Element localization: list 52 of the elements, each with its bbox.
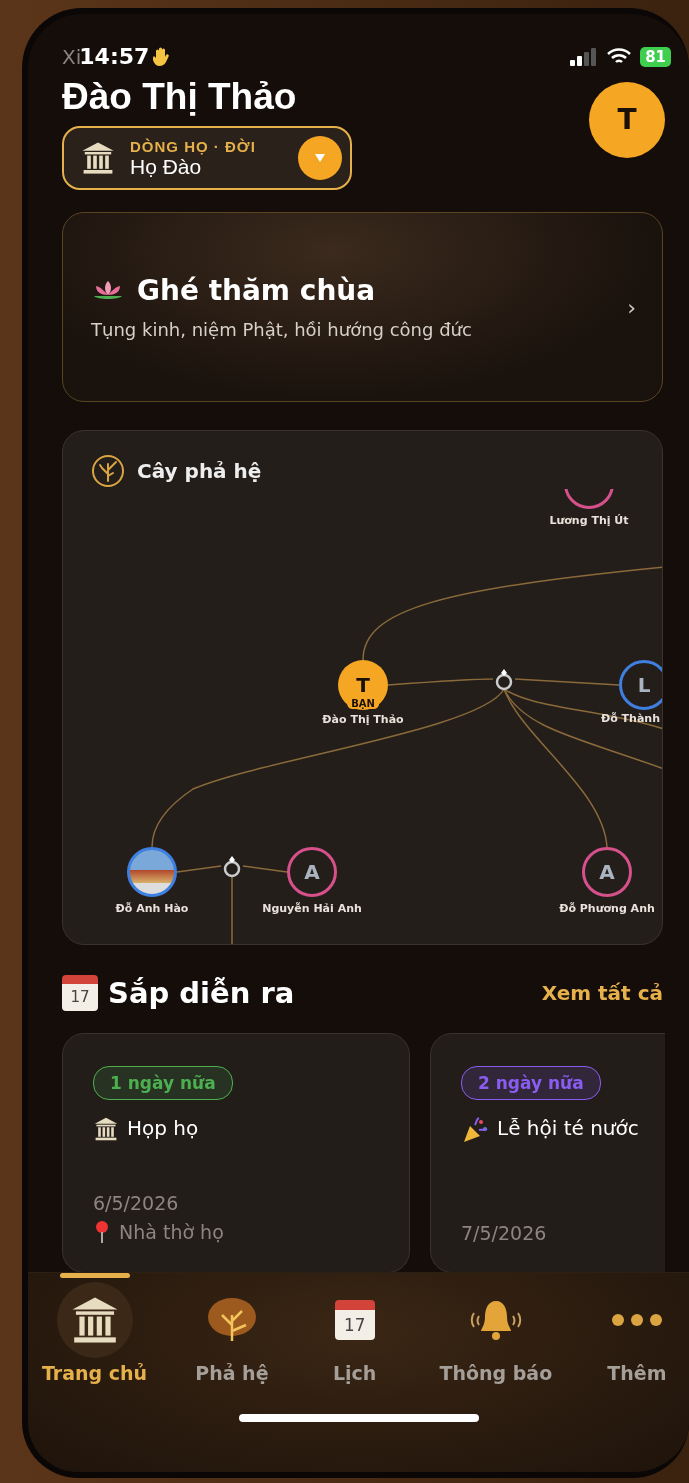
event-location: Nhà thờ họ (119, 1220, 224, 1243)
profile-avatar[interactable]: T (589, 81, 665, 158)
dropdown-icon (298, 136, 342, 181)
ring-icon (221, 854, 243, 879)
event-card[interactable]: 2 ngày nữa Lễ hội té nước 7/5/2026 (430, 1032, 665, 1273)
section-title: Sắp diễn ra (108, 975, 296, 1010)
see-all-link[interactable]: Xem tất cả (541, 980, 663, 1005)
nav-tab[interactable]: Trang chủ (42, 1273, 148, 1385)
clock-time: 14:57 (79, 44, 150, 70)
you-badge: BẠN (347, 698, 379, 710)
person-name: Đào Thị Thảo (322, 713, 404, 727)
banner-title: Ghé thăm chùa (137, 274, 376, 308)
banner-subtitle: Tụng kinh, niệm Phật, hồi hướng công đức (91, 319, 473, 341)
event-title: Lễ hội té nước (497, 1115, 639, 1140)
lineage-selector[interactable]: DÒNG HỌ · ĐỜI Họ Đào (62, 126, 352, 191)
nav-tab[interactable]: Thông báo (439, 1273, 553, 1385)
person-avatar: A (582, 847, 632, 898)
person-name: Đỗ Phương Anh (559, 902, 655, 916)
calendar-icon: 17 (334, 1300, 375, 1341)
signal-icon (570, 47, 597, 66)
event-card[interactable]: 1 ngày nữa Họp họ 6/5/2026 Nhà thờ họ (62, 1032, 410, 1273)
carrier-text: Xi (62, 44, 82, 69)
event-date: 7/5/2026 (461, 1221, 548, 1244)
ring-icon (493, 667, 515, 692)
days-left-badge: 2 ngày nữa (461, 1065, 601, 1100)
pin-icon (93, 1219, 111, 1244)
person-name: Nguyễn Hải Anh (262, 902, 362, 916)
nav-tab[interactable]: Phả hệ (193, 1273, 270, 1385)
person-name: Lương Thị Út (549, 514, 629, 528)
party-popper-icon (461, 1115, 489, 1144)
bank-building-icon (93, 1115, 119, 1142)
lineage-value: Họ Đào (130, 155, 203, 179)
nav-tab[interactable]: Thêm (598, 1273, 675, 1385)
person-avatar: L (619, 660, 662, 711)
bank-building-icon (80, 140, 116, 177)
chevron-icon: › (627, 294, 636, 320)
nav-tab[interactable]: 17 Lịch (316, 1273, 393, 1385)
tree-icon (91, 454, 125, 489)
days-left-badge: 1 ngày nữa (93, 1065, 233, 1100)
tree-icon (205, 1297, 258, 1344)
person-avatar: A (287, 847, 337, 898)
more-icon (610, 1313, 663, 1328)
person-name: Đỗ Anh Hào (115, 902, 189, 916)
user-name-title: Đào Thị Thảo (62, 75, 298, 119)
event-date: 6/5/2026 (93, 1191, 180, 1214)
lineage-label: DÒNG HỌ · ĐỜI (130, 138, 257, 155)
temple-visit-banner[interactable]: Ghé thăm chùa Tụng kinh, niệm Phật, hồi hướng công đức › (62, 212, 663, 403)
battery-indicator: 81 (640, 46, 671, 67)
card-title: Cây phả hệ (137, 459, 262, 484)
calendar-icon: 17 (62, 974, 98, 1011)
event-title: Họp họ (127, 1115, 199, 1140)
person-name: Đỗ Thành (600, 712, 660, 726)
